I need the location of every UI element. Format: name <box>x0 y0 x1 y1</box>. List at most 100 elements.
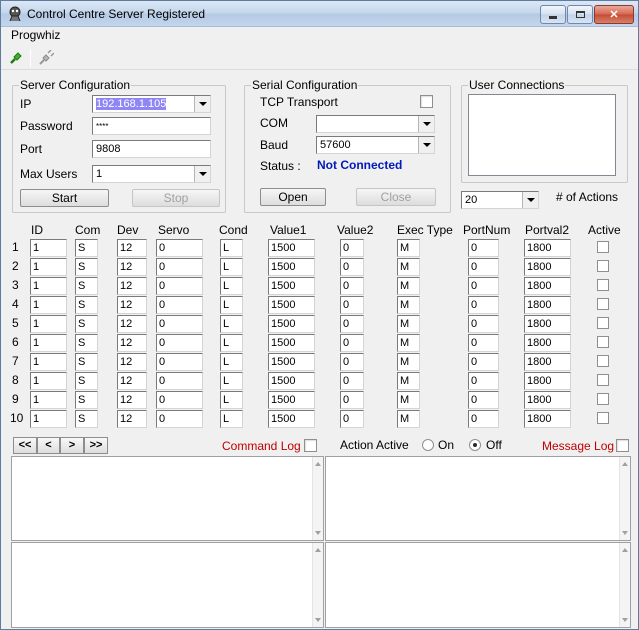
cond-field[interactable]: L <box>220 334 243 352</box>
portval2-field[interactable]: 1800 <box>524 372 571 390</box>
value1-field[interactable]: 1500 <box>268 258 315 276</box>
exec-type-field[interactable]: M <box>397 258 420 276</box>
nav-next-button[interactable]: > <box>60 437 84 454</box>
message-log-pane[interactable] <box>325 456 631 541</box>
scroll-down-icon[interactable] <box>622 618 628 622</box>
port-field[interactable]: 9808 <box>92 140 211 158</box>
maximize-button[interactable] <box>567 5 593 24</box>
cond-field[interactable]: L <box>220 258 243 276</box>
id-field[interactable]: 1 <box>30 372 67 390</box>
scroll-down-icon[interactable] <box>622 531 628 535</box>
id-field[interactable]: 1 <box>30 334 67 352</box>
id-field[interactable]: 1 <box>30 239 67 257</box>
servo-field[interactable]: 0 <box>156 277 203 295</box>
id-field[interactable]: 1 <box>30 353 67 371</box>
value2-field[interactable]: 0 <box>340 258 364 276</box>
active-checkbox[interactable] <box>597 393 609 405</box>
scroll-up-icon[interactable] <box>315 462 321 466</box>
value2-field[interactable]: 0 <box>340 391 364 409</box>
id-field[interactable]: 1 <box>30 315 67 333</box>
scroll-up-icon[interactable] <box>315 548 321 552</box>
servo-field[interactable]: 0 <box>156 410 203 428</box>
value1-field[interactable]: 1500 <box>268 410 315 428</box>
nav-last-button[interactable]: >> <box>84 437 108 454</box>
scroll-up-icon[interactable] <box>622 548 628 552</box>
portval2-field[interactable]: 1800 <box>524 334 571 352</box>
password-field[interactable]: **** <box>92 117 211 135</box>
portnum-field[interactable]: 0 <box>468 239 499 257</box>
servo-field[interactable]: 0 <box>156 334 203 352</box>
active-checkbox[interactable] <box>597 412 609 424</box>
exec-type-field[interactable]: M <box>397 372 420 390</box>
servo-field[interactable]: 0 <box>156 296 203 314</box>
message-log-scrollbar[interactable] <box>619 457 630 540</box>
portnum-field[interactable]: 0 <box>468 391 499 409</box>
servo-field[interactable]: 0 <box>156 315 203 333</box>
id-field[interactable]: 1 <box>30 277 67 295</box>
exec-type-field[interactable]: M <box>397 391 420 409</box>
active-checkbox[interactable] <box>597 374 609 386</box>
portval2-field[interactable]: 1800 <box>524 410 571 428</box>
close-port-button[interactable]: Close <box>356 188 436 206</box>
chevron-down-icon[interactable] <box>418 137 434 153</box>
portval2-field[interactable]: 1800 <box>524 353 571 371</box>
value2-field[interactable]: 0 <box>340 334 364 352</box>
com-field[interactable]: S <box>75 239 98 257</box>
value1-field[interactable]: 1500 <box>268 296 315 314</box>
portnum-field[interactable]: 0 <box>468 372 499 390</box>
dev-field[interactable]: 12 <box>117 239 147 257</box>
scroll-up-icon[interactable] <box>622 462 628 466</box>
chevron-down-icon[interactable] <box>522 192 538 208</box>
open-button[interactable]: Open <box>260 188 326 206</box>
nav-prev-button[interactable]: < <box>37 437 60 454</box>
cond-field[interactable]: L <box>220 296 243 314</box>
active-checkbox[interactable] <box>597 279 609 291</box>
portval2-field[interactable]: 1800 <box>524 277 571 295</box>
exec-type-field[interactable]: M <box>397 410 420 428</box>
nav-first-button[interactable]: << <box>13 437 37 454</box>
exec-type-field[interactable]: M <box>397 353 420 371</box>
value2-field[interactable]: 0 <box>340 315 364 333</box>
dev-field[interactable]: 12 <box>117 296 147 314</box>
com-field[interactable]: S <box>75 334 98 352</box>
exec-type-field[interactable]: M <box>397 334 420 352</box>
actions-count-select[interactable]: 20 <box>461 191 539 209</box>
value1-field[interactable]: 1500 <box>268 334 315 352</box>
portnum-field[interactable]: 0 <box>468 277 499 295</box>
chevron-down-icon[interactable] <box>418 116 434 132</box>
cond-field[interactable]: L <box>220 372 243 390</box>
connect-plug-icon[interactable] <box>8 50 24 66</box>
cond-field[interactable]: L <box>220 315 243 333</box>
menu-progwhiz[interactable]: Progwhiz <box>11 28 60 42</box>
value2-field[interactable]: 0 <box>340 277 364 295</box>
com-field[interactable]: S <box>75 296 98 314</box>
close-button[interactable]: ✕ <box>594 5 634 24</box>
value2-field[interactable]: 0 <box>340 296 364 314</box>
cond-field[interactable]: L <box>220 277 243 295</box>
exec-type-field[interactable]: M <box>397 296 420 314</box>
portnum-field[interactable]: 0 <box>468 334 499 352</box>
value1-field[interactable]: 1500 <box>268 353 315 371</box>
id-field[interactable]: 1 <box>30 296 67 314</box>
servo-field[interactable]: 0 <box>156 372 203 390</box>
dev-field[interactable]: 12 <box>117 410 147 428</box>
value2-field[interactable]: 0 <box>340 410 364 428</box>
exec-type-field[interactable]: M <box>397 277 420 295</box>
servo-field[interactable]: 0 <box>156 391 203 409</box>
ip-select[interactable]: 192.168.1.105 <box>92 95 211 113</box>
dev-field[interactable]: 12 <box>117 334 147 352</box>
portnum-field[interactable]: 0 <box>468 296 499 314</box>
portnum-field[interactable]: 0 <box>468 410 499 428</box>
com-field[interactable]: S <box>75 372 98 390</box>
value1-field[interactable]: 1500 <box>268 239 315 257</box>
value1-field[interactable]: 1500 <box>268 391 315 409</box>
start-button[interactable]: Start <box>20 189 109 207</box>
value1-field[interactable]: 1500 <box>268 372 315 390</box>
servo-field[interactable]: 0 <box>156 258 203 276</box>
com-select[interactable] <box>316 115 435 133</box>
portnum-field[interactable]: 0 <box>468 315 499 333</box>
portval2-field[interactable]: 1800 <box>524 391 571 409</box>
dev-field[interactable]: 12 <box>117 315 147 333</box>
id-field[interactable]: 1 <box>30 258 67 276</box>
message-detail-scrollbar[interactable] <box>619 543 630 627</box>
